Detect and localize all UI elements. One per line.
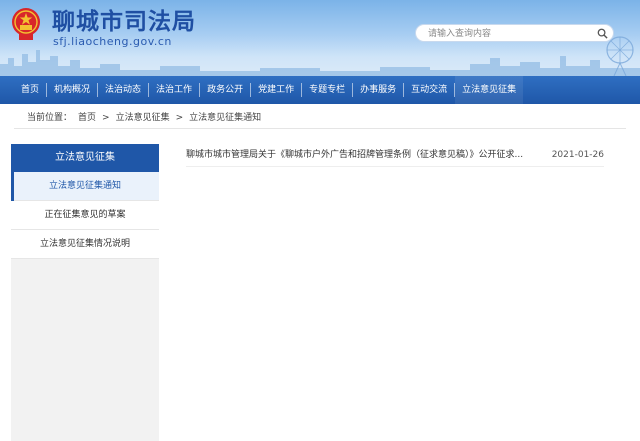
nav-item-interaction[interactable]: 互动交流: [404, 76, 454, 104]
page: 聊城市司法局 sfj.liaocheng.gov.cn 首页 机构概况 法治动态…: [0, 0, 640, 441]
nav-item-home[interactable]: 首页: [14, 76, 46, 104]
article-list: 聊城市城市管理局关于《聊城市户外广告和招牌管理条例（征求意见稿）》公开征求...…: [186, 147, 604, 167]
nav-item-topics[interactable]: 专题专栏: [302, 76, 352, 104]
nav-item-about[interactable]: 机构概况: [47, 76, 97, 104]
row-divider: [186, 166, 604, 167]
breadcrumb-current[interactable]: 立法意见征集通知: [189, 112, 261, 124]
sidebar-item-explanations[interactable]: 立法意见征集情况说明: [11, 230, 159, 259]
article-title-link[interactable]: 聊城市城市管理局关于《聊城市户外广告和招牌管理条例（征求意见稿）》公开征求...: [186, 149, 526, 161]
breadcrumb: 当前位置： 首页 > 立法意见征集 > 立法意见征集通知: [27, 112, 261, 124]
search-icon[interactable]: [597, 28, 608, 39]
breadcrumb-section[interactable]: 立法意见征集: [116, 112, 170, 124]
search-input[interactable]: [428, 26, 588, 41]
nav-item-legislation-comments[interactable]: 立法意见征集: [455, 76, 524, 104]
search-box: [415, 24, 614, 42]
sidebar-item-notices[interactable]: 立法意见征集通知: [11, 172, 159, 201]
national-emblem-icon: [12, 8, 40, 40]
sidebar-item-drafts[interactable]: 正在征集意见的草案: [11, 201, 159, 230]
breadcrumb-divider: [14, 128, 626, 129]
sidebar: 立法意见征集 立法意见征集通知 正在征集意见的草案 立法意见征集情况说明: [11, 144, 159, 441]
nav-item-public-affairs[interactable]: 政务公开: [200, 76, 250, 104]
main-nav: 首页 机构概况 法治动态 法治工作 政务公开 党建工作 专题专栏 办事服务 互动…: [0, 76, 640, 104]
nav-item-news[interactable]: 法治动态: [98, 76, 148, 104]
header-banner: 聊城市司法局 sfj.liaocheng.gov.cn: [0, 0, 640, 76]
breadcrumb-home[interactable]: 首页: [78, 112, 96, 124]
breadcrumb-separator: >: [175, 113, 184, 123]
nav-item-services[interactable]: 办事服务: [353, 76, 403, 104]
sidebar-header: 立法意见征集: [11, 144, 159, 172]
site-title[interactable]: 聊城市司法局: [52, 9, 196, 35]
breadcrumb-separator: >: [102, 113, 110, 123]
breadcrumb-prefix: 当前位置：: [27, 113, 73, 123]
nav-item-party-work[interactable]: 党建工作: [251, 76, 301, 104]
site-url: sfj.liaocheng.gov.cn: [53, 35, 172, 48]
nav-item-legal-work[interactable]: 法治工作: [149, 76, 199, 104]
list-item: 聊城市城市管理局关于《聊城市户外广告和招牌管理条例（征求意见稿）》公开征求...…: [186, 147, 604, 167]
article-date: 2021-01-26: [551, 150, 604, 160]
